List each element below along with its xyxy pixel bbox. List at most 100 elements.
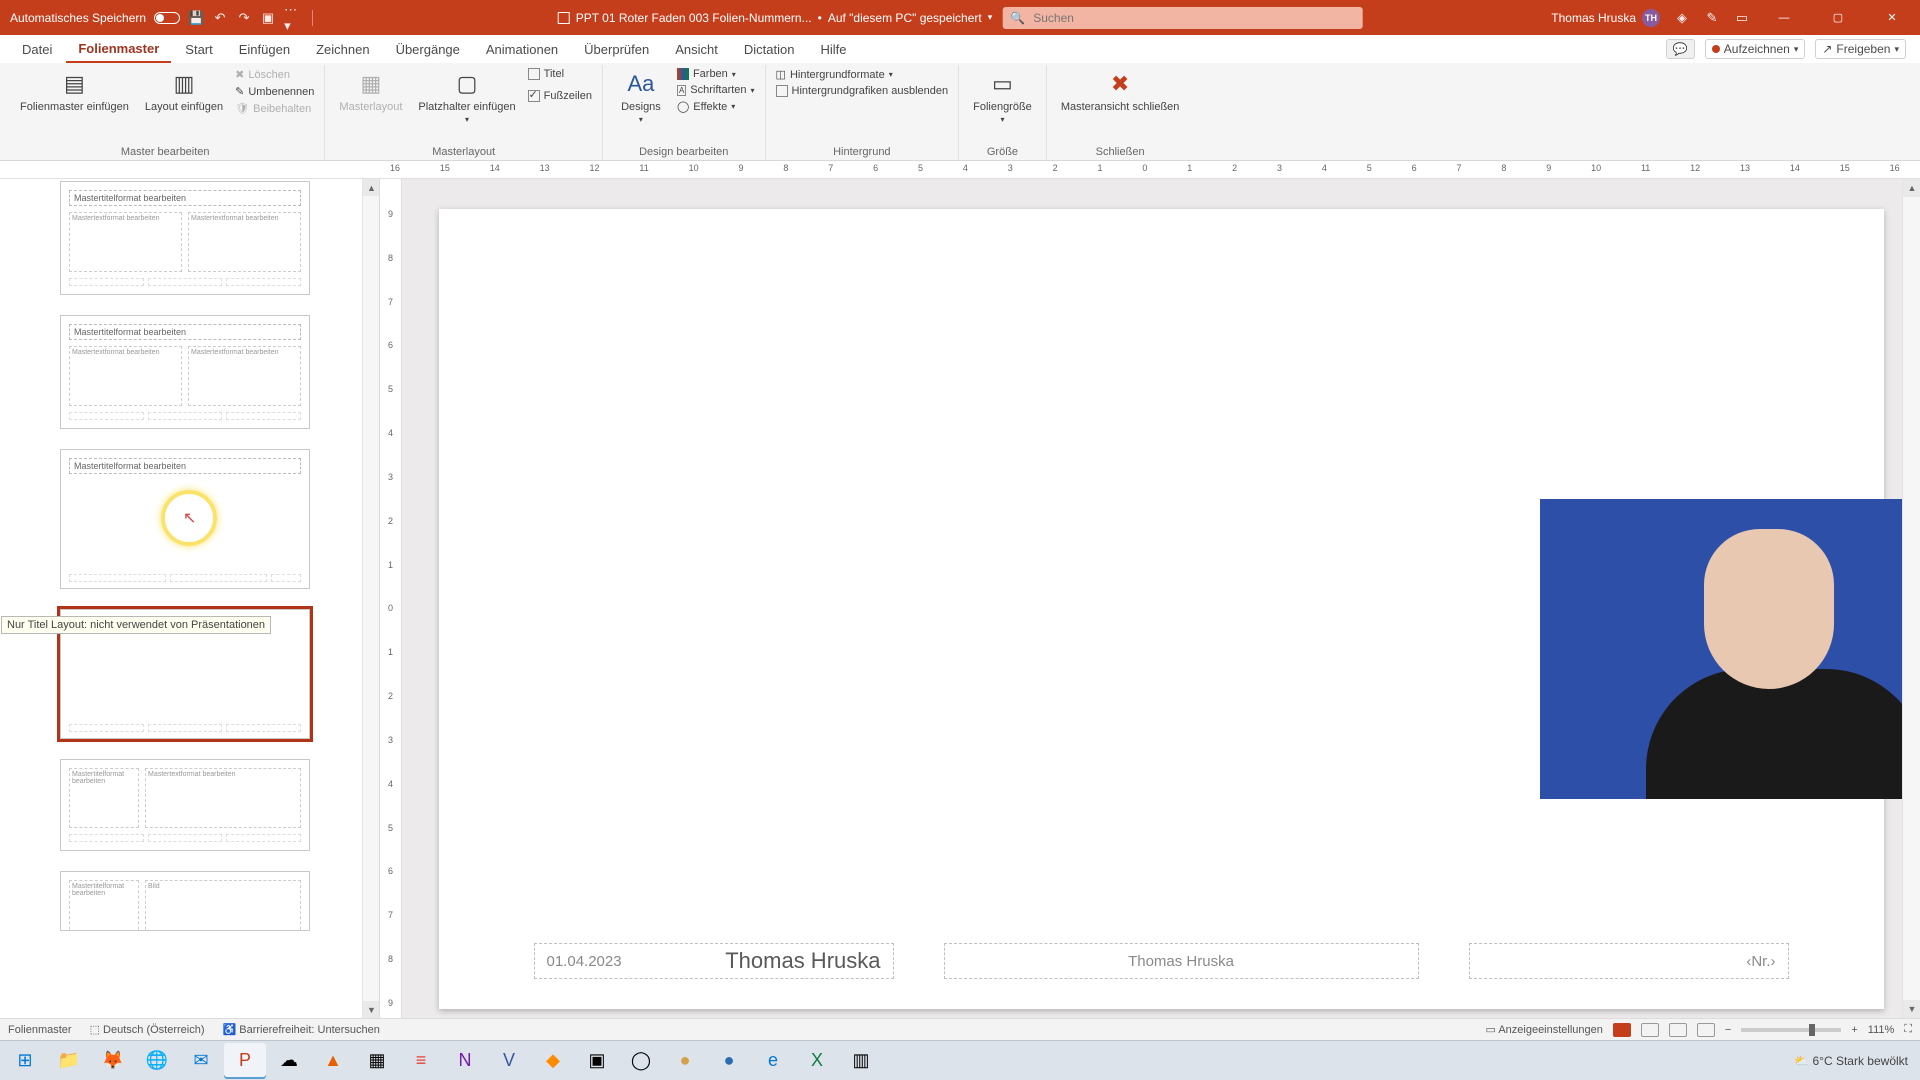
- colors-button[interactable]: Farben▾: [675, 67, 757, 81]
- insert-layout-button[interactable]: ▥ Layout einfügen: [139, 67, 229, 115]
- start-button[interactable]: ⊞: [4, 1043, 46, 1079]
- onenote-icon[interactable]: N: [444, 1043, 486, 1079]
- slideshow-view-icon[interactable]: [1697, 1023, 1715, 1037]
- layout-thumbnail-pane[interactable]: Mastertitelformat bearbeiten Mastertextf…: [0, 179, 380, 1018]
- edge-icon[interactable]: e: [752, 1043, 794, 1079]
- comments-button[interactable]: 💬: [1666, 39, 1695, 59]
- reading-view-icon[interactable]: [1669, 1023, 1687, 1037]
- powerpoint-icon[interactable]: P: [224, 1043, 266, 1079]
- fit-to-window-icon[interactable]: ⛶: [1904, 1023, 1912, 1036]
- app-icon[interactable]: ▣: [576, 1043, 618, 1079]
- status-accessibility[interactable]: ♿ Barrierefreiheit: Untersuchen: [223, 1023, 380, 1036]
- chrome-icon[interactable]: 🌐: [136, 1043, 178, 1079]
- app-icon[interactable]: ☁: [268, 1043, 310, 1079]
- chevron-down-icon[interactable]: ▾: [988, 12, 993, 23]
- horizontal-ruler[interactable]: 1615141312111098765432101234567891011121…: [0, 161, 1920, 179]
- tab-hilfe[interactable]: Hilfe: [808, 35, 858, 63]
- file-explorer-icon[interactable]: 📁: [48, 1043, 90, 1079]
- scroll-up-icon[interactable]: ▲: [363, 179, 380, 196]
- scroll-up-icon[interactable]: ▲: [1903, 179, 1920, 197]
- tab-zeichnen[interactable]: Zeichnen: [304, 35, 381, 63]
- designs-button[interactable]: Aa Designs▾: [611, 67, 671, 126]
- status-mode[interactable]: Folienmaster: [8, 1024, 72, 1036]
- maximize-button[interactable]: ▢: [1818, 0, 1858, 35]
- firefox-icon[interactable]: 🦊: [92, 1043, 134, 1079]
- zoom-in-button[interactable]: +: [1851, 1024, 1857, 1036]
- outlook-icon[interactable]: ✉: [180, 1043, 222, 1079]
- slide-number-placeholder[interactable]: ‹Nr.›: [1469, 943, 1789, 979]
- excel-icon[interactable]: X: [796, 1043, 838, 1079]
- scroll-down-icon[interactable]: ▼: [1903, 1000, 1920, 1018]
- app-icon[interactable]: ▦: [356, 1043, 398, 1079]
- delete-button[interactable]: ✖Löschen: [233, 67, 316, 82]
- tab-uebergaenge[interactable]: Übergänge: [384, 35, 472, 63]
- scroll-down-icon[interactable]: ▼: [363, 1001, 380, 1018]
- bg-formats-button[interactable]: ◫Hintergrundformate▾: [774, 67, 951, 82]
- vertical-ruler[interactable]: 9876543210123456789: [380, 179, 402, 1018]
- undo-icon[interactable]: ↶: [212, 10, 228, 26]
- ink-icon[interactable]: ✎: [1704, 10, 1720, 26]
- date-placeholder[interactable]: 01.04.2023 Thomas Hruska: [534, 943, 894, 979]
- autosave-toggle[interactable]: [154, 12, 180, 24]
- bg-hide-checkbox[interactable]: Hintergrundgrafiken ausblenden: [774, 84, 951, 98]
- tab-ueberpruefen[interactable]: Überprüfen: [572, 35, 661, 63]
- tab-ansicht[interactable]: Ansicht: [663, 35, 730, 63]
- layout-thumbnail[interactable]: Mastertitelformat bearbeiten ↖ Nur Titel…: [60, 449, 310, 589]
- ribbon-display-icon[interactable]: ▭: [1734, 10, 1750, 26]
- save-icon[interactable]: 💾: [188, 10, 204, 26]
- canvas-scrollbar[interactable]: ▲ ▼: [1902, 179, 1920, 1018]
- close-master-view-button[interactable]: ✖ Masteransicht schließen: [1055, 67, 1186, 115]
- layout-thumbnail[interactable]: Mastertitelformat bearbeiten Mastertextf…: [60, 181, 310, 295]
- zoom-out-button[interactable]: −: [1725, 1024, 1731, 1036]
- vlc-icon[interactable]: ▲: [312, 1043, 354, 1079]
- layout-thumbnail[interactable]: Mastertitelformat bearbeiten Bild: [60, 871, 310, 931]
- normal-view-icon[interactable]: [1613, 1023, 1631, 1037]
- coming-soon-icon[interactable]: ◈: [1674, 10, 1690, 26]
- thumbnail-scrollbar[interactable]: ▲ ▼: [362, 179, 379, 1018]
- zoom-level[interactable]: 111%: [1868, 1024, 1895, 1036]
- search-input[interactable]: [1033, 11, 1354, 25]
- todoist-icon[interactable]: ≡: [400, 1043, 442, 1079]
- effects-button[interactable]: ◯Effekte▾: [675, 99, 757, 114]
- quick-access-more-icon[interactable]: ⋯▾: [284, 10, 300, 26]
- layout-thumbnail[interactable]: Mastertitelformat bearbeiten Mastertextf…: [60, 759, 310, 851]
- keep-button[interactable]: 🛡Beibehalten: [233, 101, 316, 116]
- masterlayout-button[interactable]: ▦ Masterlayout: [333, 67, 408, 115]
- app-icon[interactable]: ▥: [840, 1043, 882, 1079]
- obs-icon[interactable]: ◯: [620, 1043, 662, 1079]
- designs-icon: Aa: [626, 69, 656, 99]
- minimize-button[interactable]: —: [1764, 0, 1804, 35]
- weather-widget[interactable]: ⛅ 6°C Stark bewölkt: [1794, 1054, 1908, 1068]
- redo-icon[interactable]: ↷: [236, 10, 252, 26]
- visio-icon[interactable]: V: [488, 1043, 530, 1079]
- display-settings-button[interactable]: ▭ Anzeigeeinstellungen: [1485, 1023, 1602, 1036]
- present-from-start-icon[interactable]: ▣: [260, 10, 276, 26]
- fonts-button[interactable]: ASchriftarten▾: [675, 83, 757, 97]
- share-button[interactable]: ↗Freigeben▾: [1815, 39, 1906, 59]
- tab-animationen[interactable]: Animationen: [474, 35, 570, 63]
- sorter-view-icon[interactable]: [1641, 1023, 1659, 1037]
- footer-placeholder[interactable]: Thomas Hruska: [944, 943, 1419, 979]
- layout-thumbnail[interactable]: Mastertitelformat bearbeiten Mastertextf…: [60, 315, 310, 429]
- app-icon[interactable]: ●: [664, 1043, 706, 1079]
- title-checkbox[interactable]: Titel: [526, 67, 594, 81]
- app-icon[interactable]: ◆: [532, 1043, 574, 1079]
- search-box[interactable]: 🔍: [1002, 7, 1362, 29]
- zoom-slider[interactable]: [1741, 1028, 1841, 1032]
- tab-datei[interactable]: Datei: [10, 35, 64, 63]
- insert-slide-master-button[interactable]: ▤ Folienmaster einfügen: [14, 67, 135, 115]
- status-language[interactable]: ⬚ Deutsch (Österreich): [90, 1023, 205, 1036]
- close-button[interactable]: ✕: [1872, 0, 1912, 35]
- tab-einfuegen[interactable]: Einfügen: [227, 35, 302, 63]
- tab-start[interactable]: Start: [173, 35, 224, 63]
- rename-button[interactable]: ✎Umbenennen: [233, 84, 316, 99]
- tab-folienmaster[interactable]: Folienmaster: [66, 35, 171, 63]
- document-title[interactable]: PPT 01 Roter Faden 003 Folien-Nummern...…: [558, 11, 993, 25]
- slide-size-button[interactable]: ▭ Foliengröße▾: [967, 67, 1038, 126]
- footers-checkbox[interactable]: Fußzeilen: [526, 89, 594, 103]
- account-button[interactable]: Thomas Hruska TH: [1551, 9, 1660, 27]
- app-icon[interactable]: ●: [708, 1043, 750, 1079]
- tab-dictation[interactable]: Dictation: [732, 35, 807, 63]
- insert-placeholder-button[interactable]: ▢ Platzhalter einfügen▾: [412, 67, 521, 126]
- record-button[interactable]: Aufzeichnen▾: [1705, 39, 1806, 59]
